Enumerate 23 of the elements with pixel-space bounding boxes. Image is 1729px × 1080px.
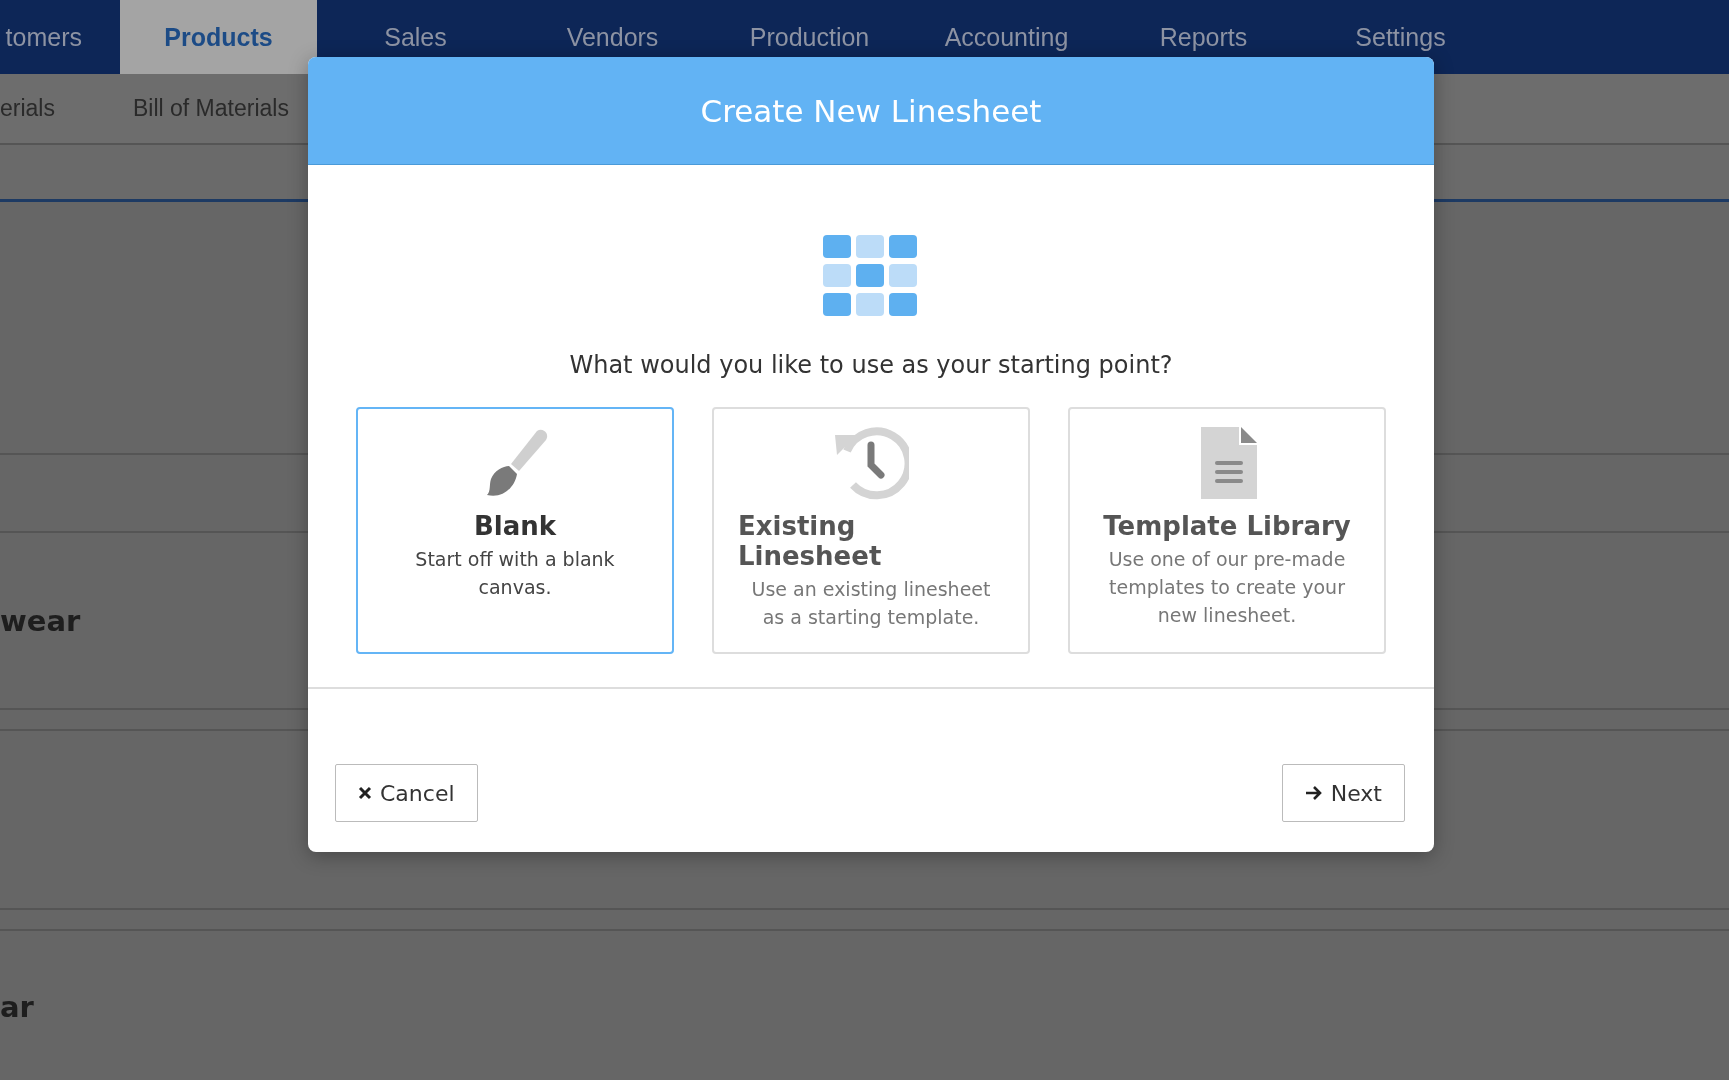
arrow-right-icon [1304,785,1323,801]
dialog-title: Create New Linesheet [700,92,1042,129]
cancel-button[interactable]: Cancel [335,764,478,822]
sub-nav-link[interactable]: Bill of Materials [132,95,289,122]
option-card[interactable]: Template Library Use one of our pre-made templates to create your new linesheet. [1068,407,1386,654]
row-title: ar [0,989,34,1024]
option-description: Use one of our pre-made templates to create your new linesheet. [1107,547,1347,628]
grid-icon [823,235,919,317]
close-icon [358,786,372,800]
sub-nav-link[interactable]: erials [0,95,55,122]
next-button[interactable]: Next [1281,764,1405,822]
option-title: Blank [473,511,557,541]
dialog-question: What would you like to use as your starting point? [569,351,1173,379]
option-card[interactable]: Blank Start off with a blank canvas. [356,407,674,654]
option-title: Existing Linesheet [738,511,883,571]
option-description: Start off with a blank canvas. [414,547,616,600]
option-card[interactable]: Existing Linesheet Use an existing linesheet as a starting template. [712,407,1030,654]
option-title: Template Library [1103,511,1351,541]
row-title: wear [0,603,81,638]
nav-tab[interactable]: Products [120,0,317,74]
option-description: Use an existing linesheet as a starting template. [750,577,992,630]
history-clock-icon [833,425,909,501]
nav-tab[interactable]: tomers [0,0,120,74]
